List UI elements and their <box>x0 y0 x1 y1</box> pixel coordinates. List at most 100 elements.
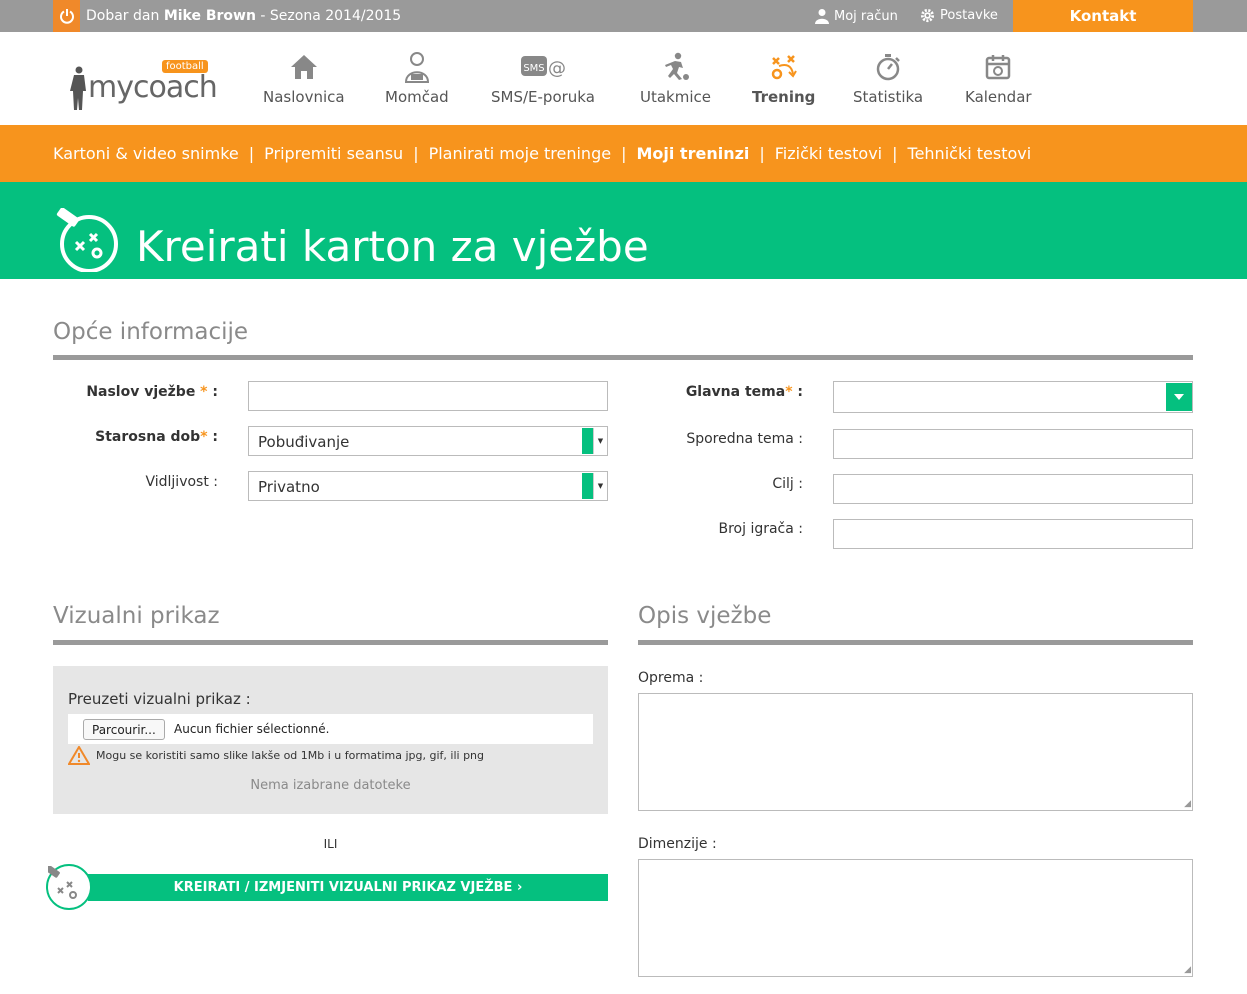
visibility-select[interactable]: Privatno ▼ <box>248 471 608 501</box>
svg-text:@: @ <box>548 58 566 79</box>
tactics-board-icon[interactable] <box>46 864 92 910</box>
goal-input[interactable] <box>833 474 1193 504</box>
create-visual-button[interactable]: KREIRATI / IZMJENITI VIZUALNI PRIKAZ VJE… <box>88 874 608 901</box>
subnav-my-trainings[interactable]: Moji treninzi <box>636 144 749 163</box>
logo-badge: football <box>162 60 208 73</box>
visual-title: Vizualni prikaz <box>53 603 220 629</box>
players-count-label: Broj igrača : <box>718 521 803 537</box>
gear-icon <box>920 8 935 23</box>
select-accent <box>582 473 593 499</box>
nav-label: Statistika <box>853 88 924 106</box>
label-colon: : <box>792 384 803 400</box>
settings-link[interactable]: Postavke <box>920 8 998 23</box>
subnav-cards-videos[interactable]: Kartoni & video snimke <box>53 144 239 163</box>
subnav-plan-trainings[interactable]: Planirati moje treninge <box>429 144 612 163</box>
visibility-label: Vidljivost : <box>145 474 218 490</box>
logo-word: mycoach <box>88 70 218 105</box>
or-separator: ILI <box>323 837 338 851</box>
exercise-title-label: Naslov vježbe * : <box>86 384 218 400</box>
nav-label: SMS/E-poruka <box>491 88 595 106</box>
page-title: Kreirati karton za vježbe <box>136 222 649 271</box>
select-accent <box>582 428 593 454</box>
settings-label: Postavke <box>940 8 998 23</box>
nav-home[interactable]: Naslovnica <box>263 50 345 106</box>
nav-label: Naslovnica <box>263 88 345 106</box>
main-theme-label: Glavna tema* : <box>686 384 803 400</box>
nav-training[interactable]: Trening <box>752 50 815 106</box>
user-name: Mike Brown <box>163 8 256 24</box>
separator: | <box>413 144 419 163</box>
exercise-title-input[interactable] <box>248 381 608 411</box>
players-count-input[interactable] <box>833 519 1193 549</box>
contact-button[interactable]: Kontakt <box>1013 0 1193 32</box>
nav-sms-email[interactable]: SMS @ SMS/E-poruka <box>491 50 595 106</box>
age-value: Pobuđivanje <box>258 433 350 451</box>
separator: | <box>892 144 898 163</box>
my-account-link[interactable]: Moj račun <box>815 8 898 24</box>
nav-calendar[interactable]: Kalendar <box>965 50 1032 106</box>
label-text: Starosna dob <box>95 429 201 445</box>
section-divider <box>638 640 1193 645</box>
secondary-theme-label: Sporedna tema : <box>686 431 803 447</box>
resize-handle-icon[interactable]: ◢ <box>1184 966 1191 975</box>
description-title: Opis vježbe <box>638 603 772 629</box>
chevron-down-icon: ▼ <box>593 428 607 454</box>
secondary-theme-input[interactable] <box>833 429 1193 459</box>
nav-team[interactable]: Momčad <box>385 50 449 106</box>
required-marker: * <box>785 384 793 400</box>
section-divider <box>53 640 608 645</box>
warning-text: Mogu se koristiti samo slike lakše od 1M… <box>96 749 485 762</box>
no-file-selected: Nema izabrane datoteke <box>250 778 411 793</box>
separator: | <box>621 144 627 163</box>
player-silhouette-icon <box>70 66 86 110</box>
section-divider <box>53 355 1193 360</box>
team-icon <box>399 50 435 84</box>
separator: | <box>248 144 255 163</box>
required-marker: * <box>200 429 208 445</box>
label-text: Naslov vježbe <box>86 384 196 400</box>
visibility-value: Privatno <box>258 478 320 496</box>
nav-label: Utakmice <box>640 88 711 106</box>
subnav-physical-tests[interactable]: Fizički testovi <box>775 144 882 163</box>
upload-warning: Mogu se koristiti samo slike lakše od 1M… <box>68 746 484 765</box>
svg-text:SMS: SMS <box>523 63 544 74</box>
goal-label: Cilj : <box>772 476 803 492</box>
file-input[interactable]: Parcourir... Aucun fichier sélectionné. <box>68 714 593 744</box>
age-select[interactable]: Pobuđivanje ▼ <box>248 426 608 456</box>
top-bar: Dobar dan Mike Brown - Sezona 2014/2015 … <box>0 0 1247 32</box>
nav-statistics[interactable]: Statistika <box>853 50 923 106</box>
subnav-prepare-session[interactable]: Pripremiti seansu <box>264 144 403 163</box>
required-marker: * <box>195 384 208 400</box>
sms-email-icon: SMS @ <box>518 50 568 84</box>
home-icon <box>286 50 322 84</box>
separator: | <box>759 144 765 163</box>
upload-panel: Preuzeti vizualni prikaz : Parcourir... … <box>53 666 608 814</box>
nav-matches[interactable]: Utakmice <box>640 50 711 106</box>
nav-label: Momčad <box>385 88 449 106</box>
equipment-label: Oprema : <box>638 670 704 686</box>
nav-label: Trening <box>752 88 816 106</box>
browse-button[interactable]: Parcourir... <box>83 719 165 740</box>
main-theme-select[interactable] <box>833 381 1193 413</box>
age-label: Starosna dob* : <box>95 429 218 445</box>
chevron-down-icon: ▼ <box>593 473 607 499</box>
account-label: Moj račun <box>834 8 898 24</box>
match-icon <box>658 50 694 84</box>
power-icon[interactable] <box>53 0 80 32</box>
season: - Sezona 2014/2015 <box>255 8 402 24</box>
sub-navigation: Kartoni & video snimke | Pripremiti seans… <box>0 125 1247 182</box>
general-info-title: Opće informacije <box>53 319 249 345</box>
mycoach-logo[interactable]: mycoach football <box>70 60 230 116</box>
warning-icon <box>68 746 90 765</box>
greeting: Dobar dan Mike Brown - Sezona 2014/2015 <box>86 8 401 24</box>
training-icon <box>766 50 802 84</box>
greeting-prefix: Dobar dan <box>86 8 160 24</box>
subnav-technical-tests[interactable]: Tehnički testovi <box>908 144 1032 163</box>
no-file-text: Aucun fichier sélectionné. <box>174 722 330 736</box>
dimensions-textarea[interactable]: ◢ <box>638 859 1193 977</box>
label-text: Glavna tema <box>685 384 786 400</box>
dimensions-label: Dimenzije : <box>638 836 717 852</box>
equipment-textarea[interactable]: ◢ <box>638 693 1193 811</box>
label-colon: : <box>207 429 218 445</box>
resize-handle-icon[interactable]: ◢ <box>1184 800 1191 809</box>
